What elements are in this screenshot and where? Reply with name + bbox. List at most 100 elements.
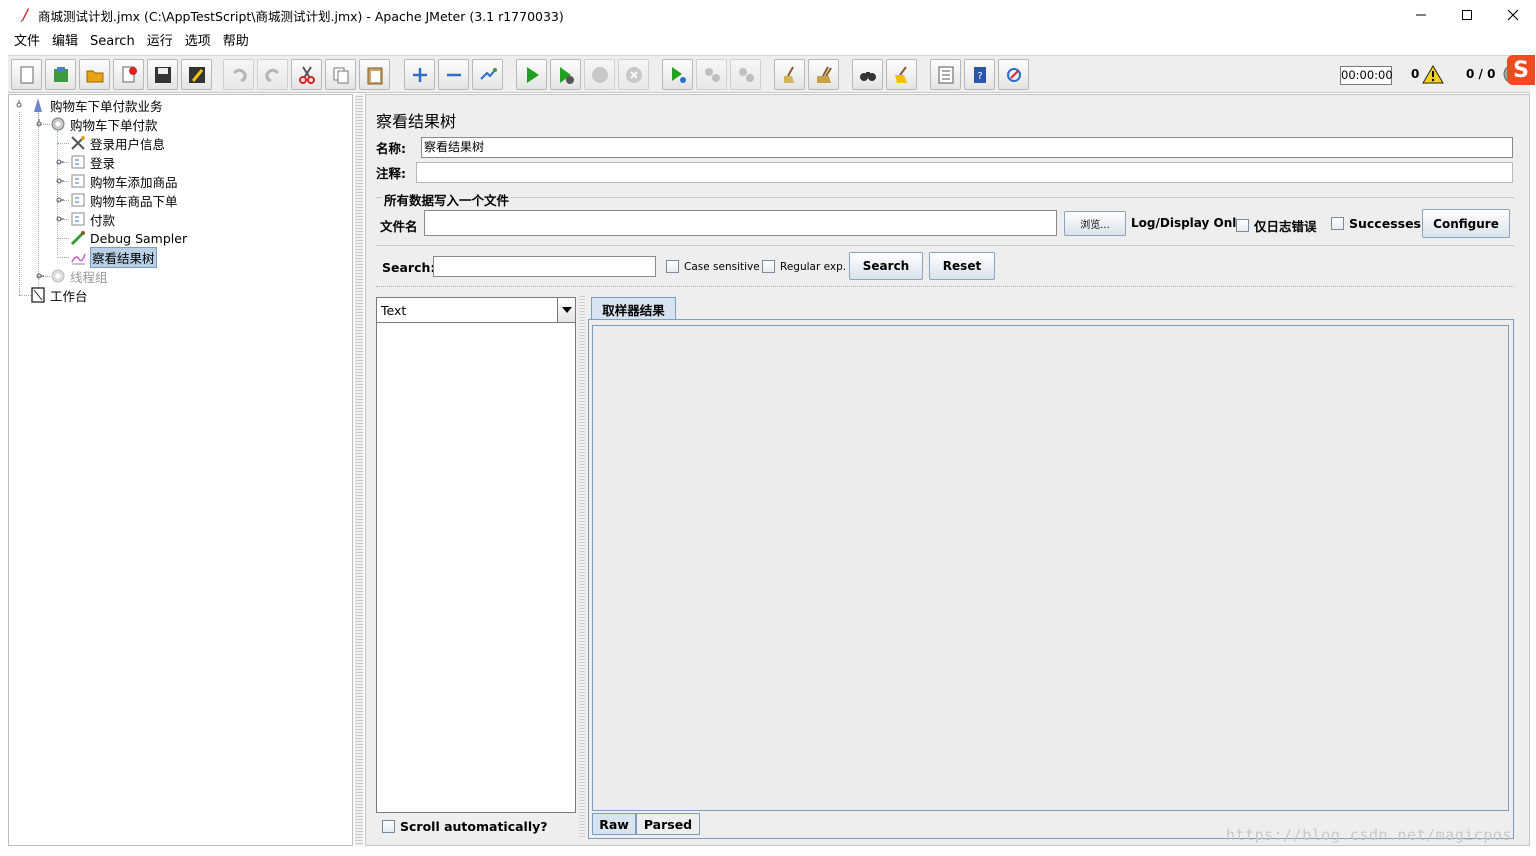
jmeter-feather-icon: [18, 7, 32, 23]
tree-node-workbench[interactable]: 工作台: [29, 286, 88, 304]
name-input[interactable]: 察看结果树: [421, 137, 1513, 158]
stop-button[interactable]: [584, 59, 615, 90]
close-plan-button[interactable]: [113, 59, 144, 90]
save-button[interactable]: [147, 59, 178, 90]
browse-button[interactable]: 浏览...: [1064, 211, 1126, 236]
tab-raw[interactable]: Raw: [592, 813, 636, 835]
menu-edit[interactable]: 编辑: [46, 30, 84, 54]
tree-node-label: 购物车添加商品: [90, 174, 178, 190]
expand-all-button[interactable]: [404, 59, 435, 90]
results-splitter[interactable]: [579, 296, 585, 839]
tree-node-debug-sampler[interactable]: Debug Sampler: [69, 229, 187, 247]
regex-checkbox[interactable]: Regular exp.: [762, 260, 846, 273]
tree-node-payment[interactable]: 付款: [53, 210, 115, 228]
panel-title: 察看结果树: [376, 112, 457, 131]
function-helper-button[interactable]: [930, 59, 961, 90]
filename-input[interactable]: [424, 210, 1057, 236]
paste-button[interactable]: [359, 59, 390, 90]
save-as-image-button[interactable]: [181, 59, 212, 90]
menu-run[interactable]: 运行: [141, 30, 179, 54]
case-sensitive-checkbox[interactable]: Case sensitive: [666, 260, 760, 273]
expand-handle-icon[interactable]: [13, 96, 25, 114]
tree-node-label: 工作台: [50, 288, 88, 304]
tree-node-cart-order[interactable]: 购物车商品下单: [53, 191, 178, 209]
expand-handle-icon[interactable]: [33, 267, 45, 285]
start-button[interactable]: [516, 59, 547, 90]
renderer-selected-value: Text: [381, 303, 407, 318]
close-button[interactable]: [1490, 0, 1536, 30]
expand-handle-icon[interactable]: [33, 115, 45, 133]
templates-button[interactable]: [45, 59, 76, 90]
help-button[interactable]: ?: [964, 59, 995, 90]
toggle-icon: [479, 67, 497, 80]
sample-result-list-panel: Text Scroll automatically?: [376, 296, 576, 839]
tab-parsed[interactable]: Parsed: [636, 813, 700, 835]
search-bar: Search: Case sensitive Regular exp. Sear…: [376, 245, 1514, 287]
successes-checkbox[interactable]: Successes: [1331, 216, 1421, 231]
maximize-button[interactable]: [1444, 0, 1490, 30]
configure-button[interactable]: Configure: [1422, 209, 1510, 238]
new-button[interactable]: [11, 59, 42, 90]
search-label: Search:: [382, 260, 436, 275]
remote-stop-button[interactable]: [696, 59, 727, 90]
menu-search[interactable]: Search: [84, 30, 141, 54]
errors-only-checkbox[interactable]: 仅日志错误: [1236, 216, 1317, 235]
shutdown-button[interactable]: [618, 59, 649, 90]
menu-help[interactable]: 帮助: [217, 30, 255, 54]
start-no-pauses-button[interactable]: [550, 59, 581, 90]
clear-button[interactable]: [774, 59, 805, 90]
maximize-icon: [1462, 10, 1472, 20]
undo-button[interactable]: [223, 59, 254, 90]
remote-start-button[interactable]: [662, 59, 693, 90]
expand-handle-icon[interactable]: [53, 191, 65, 209]
play-no-pause-icon: [559, 66, 574, 84]
tree-node-cart-add[interactable]: 购物车添加商品: [53, 172, 178, 190]
renderer-select[interactable]: Text: [376, 297, 576, 323]
tree-node-disabled-thread-group[interactable]: 线程组: [33, 267, 108, 285]
search-tree-button[interactable]: [852, 59, 883, 90]
expand-handle-icon[interactable]: [53, 210, 65, 228]
main-splitter[interactable]: [355, 94, 363, 846]
tree-node-label: 察看结果树: [90, 246, 157, 268]
expand-handle-icon[interactable]: [53, 172, 65, 190]
log-viewer-button[interactable]: [998, 59, 1029, 90]
test-plan-tree[interactable]: 购物车下单付款业务 购物车下单付款 登录用户信息 登录 购物车添加商品 购物车商…: [8, 94, 353, 846]
tree-node-login-user-config[interactable]: 登录用户信息: [69, 134, 165, 152]
tree-node-view-results-tree[interactable]: 察看结果树: [69, 246, 157, 268]
view-results-tree-panel: 察看结果树 名称: 察看结果树 注释: 所有数据写入一个文件 文件名 浏览...…: [365, 94, 1530, 846]
write-file-group: 所有数据写入一个文件 文件名 浏览... Log/Display Only: 仅…: [376, 190, 1514, 243]
search-input[interactable]: [433, 256, 656, 277]
successes-label: Successes: [1349, 216, 1421, 231]
clear-all-broom-icon: [816, 66, 832, 83]
sampler-result-text-area[interactable]: [592, 325, 1509, 811]
clear-broom-icon: [783, 66, 794, 83]
plus-icon: [412, 67, 427, 82]
sample-results-tree[interactable]: [376, 323, 576, 813]
expand-handle-icon[interactable]: [53, 153, 65, 171]
warning-icon[interactable]: [1422, 65, 1444, 87]
clear-all-button[interactable]: [808, 59, 839, 90]
tab-sampler-result[interactable]: 取样器结果: [591, 297, 676, 320]
tree-node-thread-group[interactable]: 购物车下单付款: [33, 115, 158, 133]
tree-node-label: 登录: [90, 155, 116, 171]
view-results-tree-icon: [69, 248, 87, 266]
scroll-automatically-checkbox[interactable]: Scroll automatically?: [382, 819, 548, 834]
redo-button[interactable]: [257, 59, 288, 90]
search-button[interactable]: Search: [849, 252, 923, 280]
toggle-button[interactable]: [472, 59, 503, 90]
menu-options[interactable]: 选项: [179, 30, 217, 54]
remote-shutdown-button[interactable]: [730, 59, 761, 90]
filename-label: 文件名: [380, 219, 418, 234]
tree-node-login[interactable]: 登录: [53, 153, 115, 171]
cut-button[interactable]: [291, 59, 322, 90]
collapse-all-button[interactable]: [438, 59, 469, 90]
copy-button[interactable]: [325, 59, 356, 90]
svg-text:?: ?: [977, 71, 982, 82]
minimize-button[interactable]: [1398, 0, 1444, 30]
comment-input[interactable]: [416, 162, 1513, 183]
menu-file[interactable]: 文件: [8, 30, 46, 54]
open-button[interactable]: [79, 59, 110, 90]
reset-search-button[interactable]: [886, 59, 917, 90]
reset-button[interactable]: Reset: [929, 252, 995, 280]
tree-node-test-plan[interactable]: 购物车下单付款业务: [13, 96, 163, 114]
